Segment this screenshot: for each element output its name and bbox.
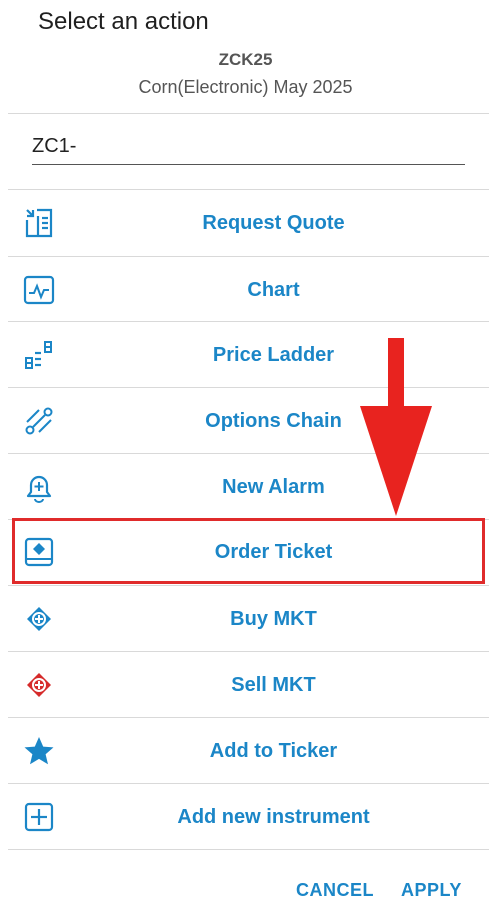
- alarm-icon: [26, 475, 52, 503]
- star-icon: [24, 737, 54, 765]
- action-sell-mkt[interactable]: Sell MKT: [8, 652, 489, 718]
- action-label: Request Quote: [202, 212, 345, 234]
- instrument-symbol: ZCK25: [218, 50, 273, 69]
- action-label: Add to Ticker: [209, 740, 338, 762]
- action-label: Add new instrument: [177, 806, 370, 828]
- plus-box-icon: [24, 802, 54, 832]
- divider: [8, 849, 489, 850]
- buy-icon: [27, 607, 51, 631]
- dialog-title: Select an action: [38, 8, 209, 35]
- chart-icon: [23, 275, 55, 305]
- apply-button[interactable]: APPLY: [401, 880, 462, 901]
- search-field[interactable]: [32, 130, 465, 165]
- sell-icon: [27, 673, 51, 697]
- divider: [8, 113, 489, 114]
- action-label: Sell MKT: [231, 674, 316, 696]
- action-chart[interactable]: Chart: [8, 257, 489, 323]
- options-chain-icon: [25, 407, 53, 435]
- highlight-box: [12, 518, 485, 584]
- action-request-quote[interactable]: Request Quote: [8, 190, 489, 256]
- search-input[interactable]: [32, 130, 465, 162]
- action-add-new-instrument[interactable]: Add new instrument: [8, 784, 489, 850]
- action-buy-mkt[interactable]: Buy MKT: [8, 586, 489, 652]
- action-label: Buy MKT: [230, 608, 317, 630]
- down-arrow-icon: [360, 338, 432, 516]
- cancel-button[interactable]: CANCEL: [296, 880, 374, 901]
- price-ladder-icon: [25, 341, 52, 369]
- action-label: Chart: [247, 279, 300, 301]
- instrument-description: Corn(Electronic) May 2025: [138, 77, 353, 97]
- action-add-to-ticker[interactable]: Add to Ticker: [8, 718, 489, 784]
- request-quote-icon: [25, 208, 53, 238]
